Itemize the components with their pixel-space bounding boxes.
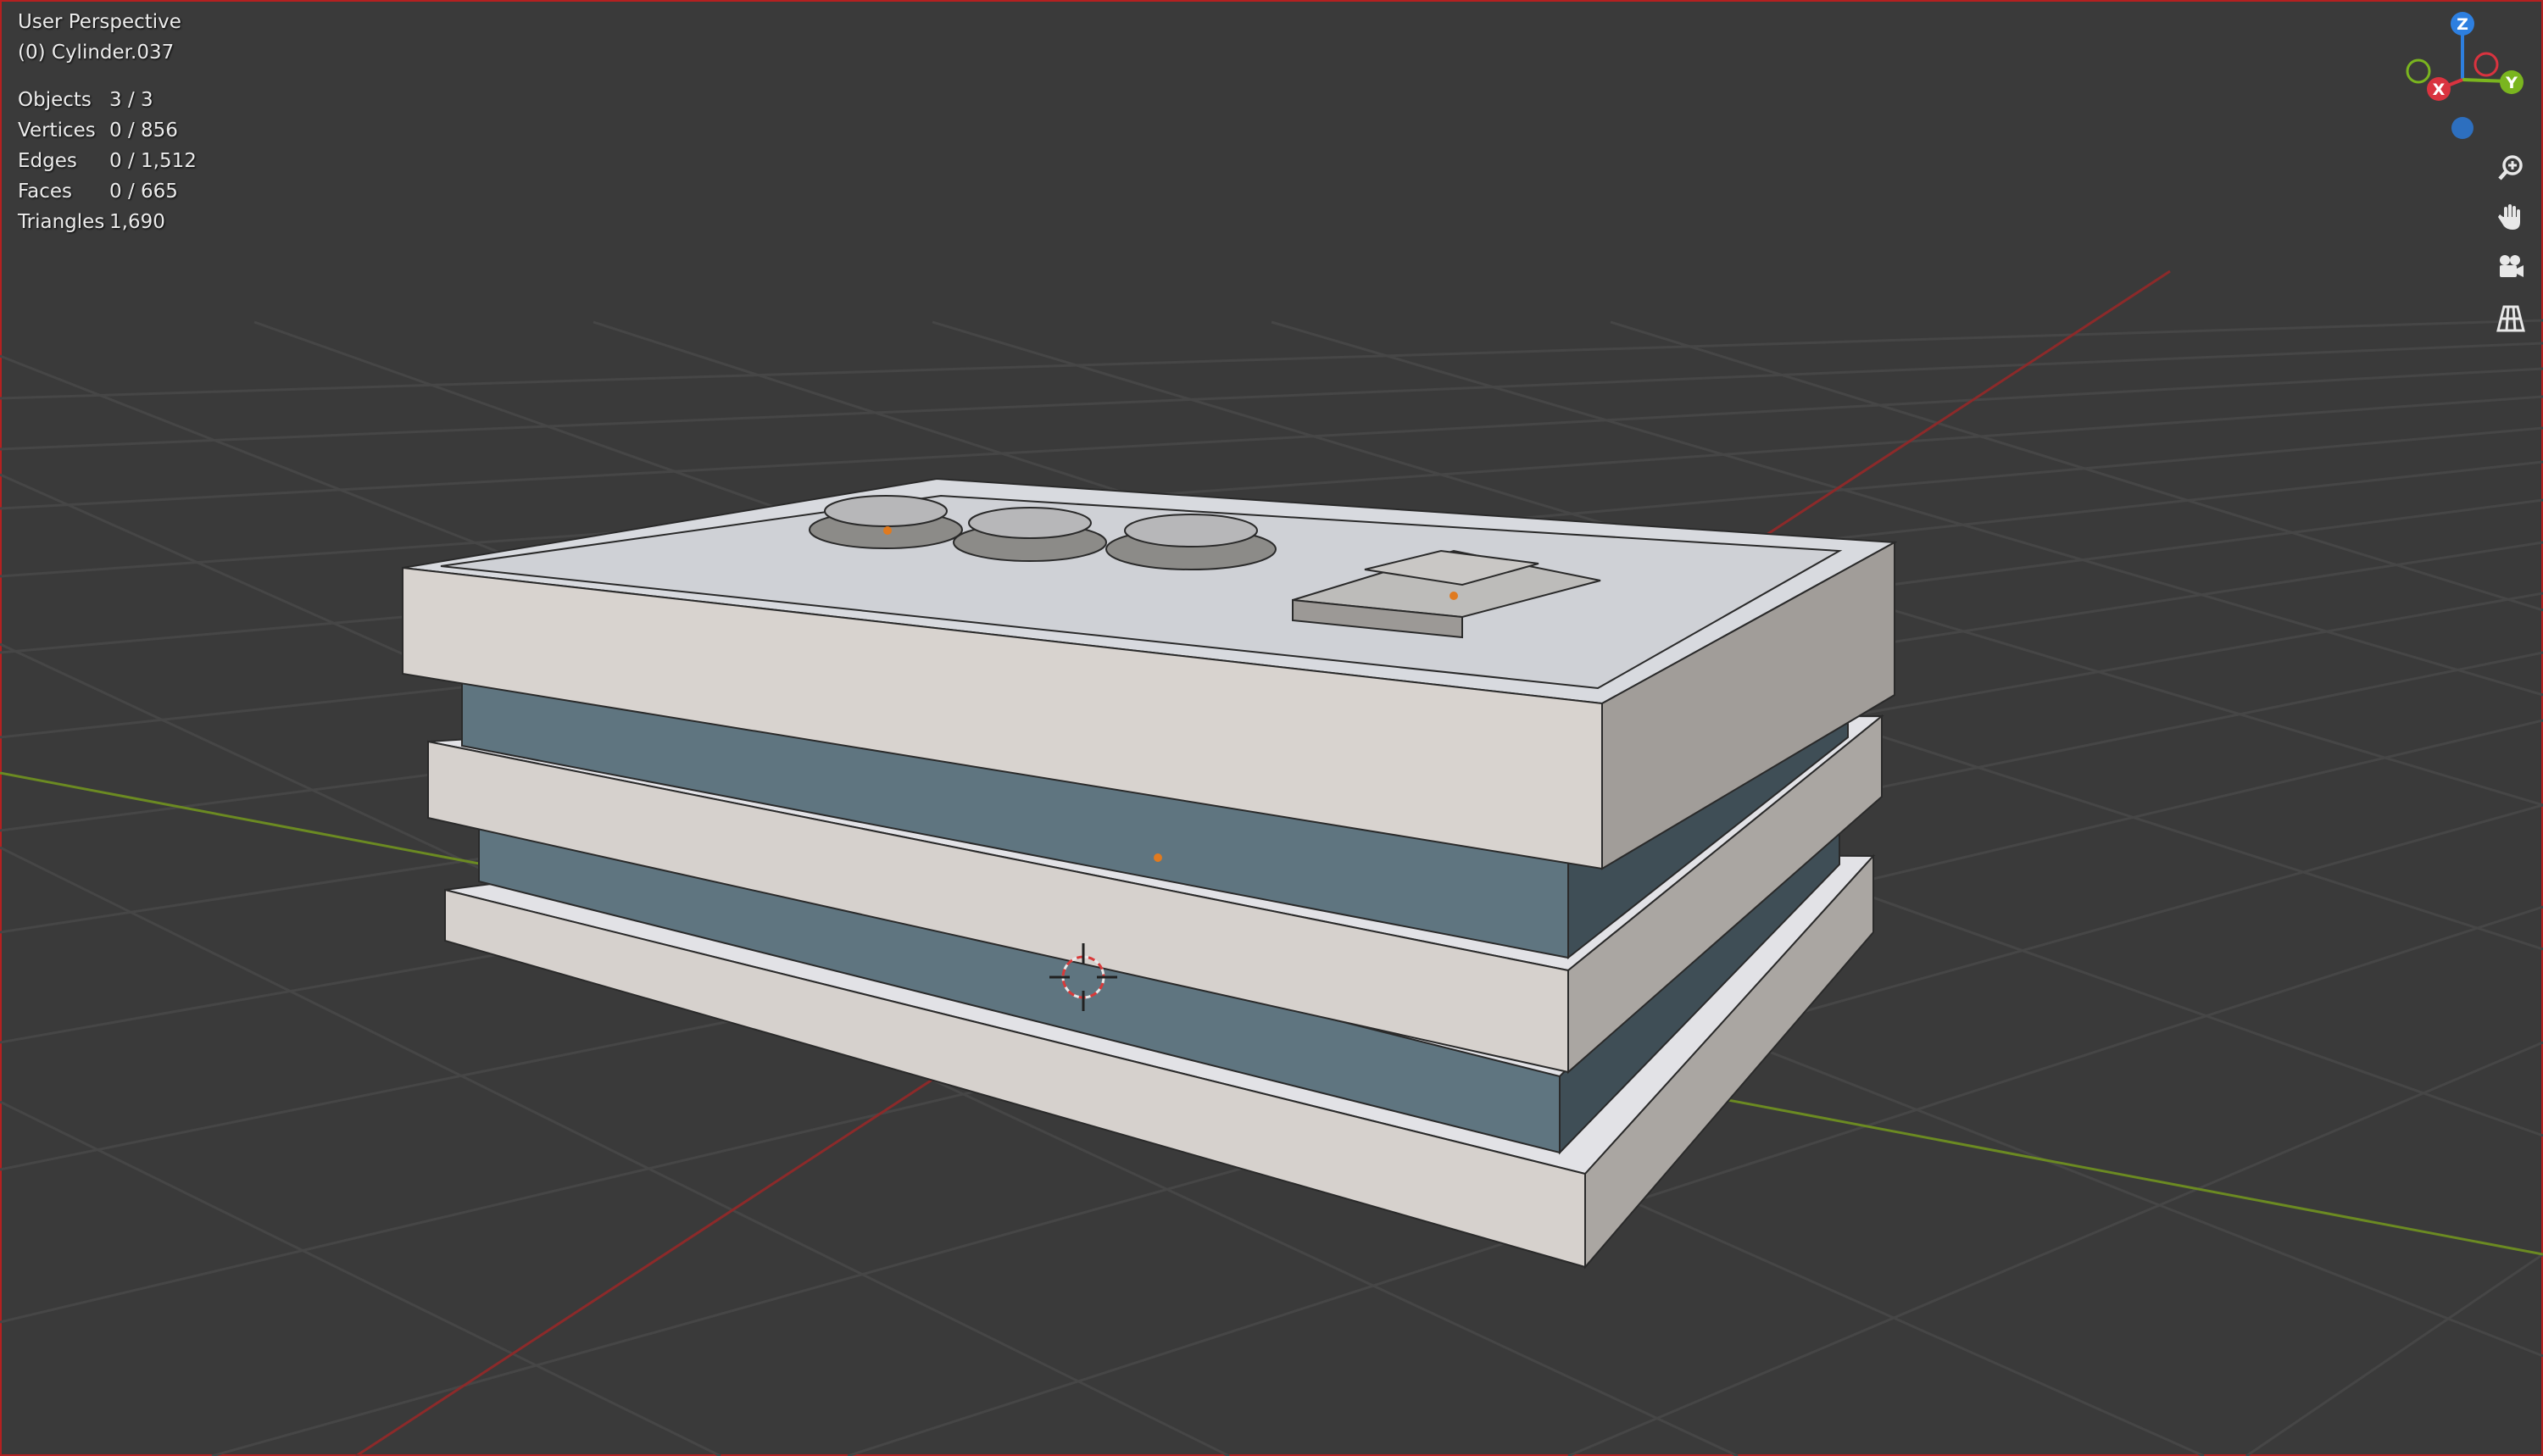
stat-row: Objects 3 / 3 (18, 85, 197, 115)
zoom-icon (2498, 155, 2523, 181)
viewport-info: User Perspective (0) Cylinder.037 Object… (18, 7, 197, 237)
gizmo-neg-x-axis[interactable] (2473, 52, 2499, 77)
camera-icon (2500, 255, 2524, 277)
stat-row: Triangles 1,690 (18, 207, 197, 237)
perspective-toggle-button[interactable] (2492, 300, 2529, 337)
gizmo-x-label: X (2433, 81, 2446, 99)
navigation-gizmo[interactable]: Z Y X (2390, 5, 2535, 149)
object-origin (1450, 592, 1458, 600)
grid-icon (2496, 305, 2525, 332)
stat-label: Vertices (18, 119, 96, 142)
gizmo-neg-y-axis[interactable] (2406, 58, 2431, 84)
gizmo-z-label: Z (2457, 15, 2468, 34)
object-origin (883, 526, 892, 535)
3d-viewport[interactable]: User Perspective (0) Cylinder.037 Object… (0, 0, 2543, 1456)
hand-pan-icon (2498, 204, 2520, 230)
stat-value: 3 / 3 (109, 89, 153, 111)
object-origin (1154, 853, 1162, 862)
stat-label: Faces (18, 181, 72, 203)
stat-row: Faces 0 / 665 (18, 176, 197, 207)
view-name: User Perspective (18, 11, 181, 33)
stat-value: 1,690 (109, 211, 165, 233)
stat-value: 0 / 856 (109, 119, 178, 142)
gizmo-y-label: Y (2505, 74, 2518, 92)
camera-view-button[interactable] (2492, 249, 2529, 286)
stat-value: 0 / 665 (109, 181, 178, 203)
viewport-scene[interactable] (0, 0, 2543, 1456)
stat-label: Triangles (18, 211, 105, 233)
stat-label: Objects (18, 89, 92, 111)
stat-label: Edges (18, 150, 77, 172)
scene-statistics: Objects 3 / 3 Vertices 0 / 856 Edges 0 / 1,… (18, 85, 197, 237)
zoom-button[interactable] (2492, 149, 2529, 186)
pan-button[interactable] (2492, 198, 2529, 236)
active-object-name: (0) Cylinder.037 (18, 42, 175, 64)
stat-row: Vertices 0 / 856 (18, 115, 197, 146)
gizmo-neg-z-axis[interactable] (2451, 117, 2473, 139)
stat-value: 0 / 1,512 (109, 150, 197, 172)
stat-row: Edges 0 / 1,512 (18, 146, 197, 176)
